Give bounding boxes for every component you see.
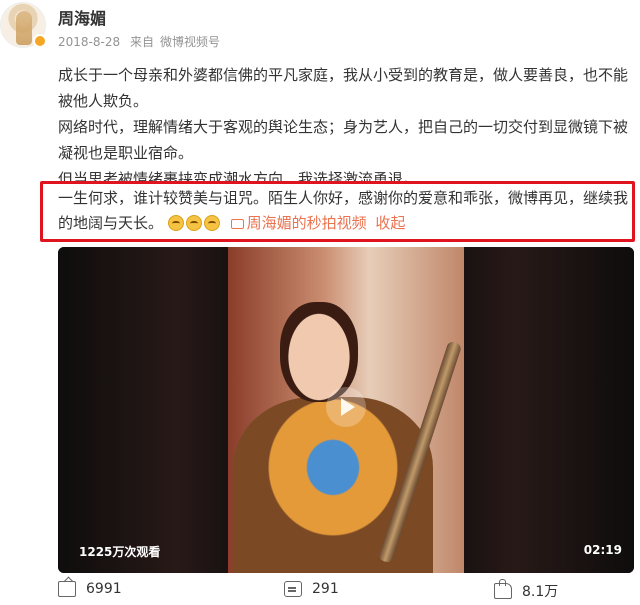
play-icon[interactable] (326, 387, 366, 427)
action-bar: 6991 291 8.1万 (58, 579, 634, 603)
source-name[interactable]: 微博视频号 (160, 35, 220, 49)
share-count: 6991 (86, 581, 122, 597)
collapse-button[interactable]: 收起 (375, 214, 405, 232)
view-count: 1225万次观看 (79, 545, 161, 559)
post-meta: 2018-8-28 来自 微博视频号 (58, 33, 226, 50)
comment-count: 291 (312, 581, 339, 597)
video-blur-right (464, 247, 634, 573)
avatar-figure (16, 11, 32, 45)
source-prefix: 来自 (129, 35, 154, 49)
like-button[interactable]: 8.1万 (494, 579, 559, 601)
post-date[interactable]: 2018-8-28 (58, 35, 120, 49)
paragraph-1: 成长于一个母亲和外婆都信佛的平凡家庭，我从小受到的教育是，做人要善良，也不能被他… (58, 66, 629, 110)
paragraph-2: 网络时代，理解情绪大于客观的舆论生态；身为艺人，把自己的一切交付到显微镜下被凝视… (58, 118, 629, 162)
username[interactable]: 周海媚 (58, 5, 106, 29)
video-link[interactable]: 周海媚的秒拍视频 (230, 214, 367, 232)
video-link-label: 周海媚的秒拍视频 (246, 214, 367, 232)
video-link-icon (230, 219, 244, 229)
video-player[interactable]: 1225万次观看 02:19 (58, 247, 634, 573)
emoji-icon (167, 215, 184, 231)
emoji-icon (185, 215, 202, 231)
video-duration: 02:19 (583, 543, 622, 557)
emoji-icon (203, 215, 220, 231)
like-count: 8.1万 (522, 584, 559, 600)
video-blur-left (58, 247, 228, 573)
post-body: 成长于一个母亲和外婆都信佛的平凡家庭，我从小受到的教育是，做人要善良，也不能被他… (58, 62, 632, 184)
comment-icon (284, 581, 302, 597)
like-icon (494, 579, 512, 599)
comment-button[interactable]: 291 (284, 581, 339, 597)
highlighted-paragraph: 一生何求，谁计较赞美与诅咒。陌生人你好，感谢你的爱意和乖张，微博再见，继续我的地… (58, 186, 632, 236)
verified-badge-icon (33, 34, 47, 48)
share-button[interactable]: 6991 (58, 581, 122, 597)
share-icon (58, 581, 76, 597)
